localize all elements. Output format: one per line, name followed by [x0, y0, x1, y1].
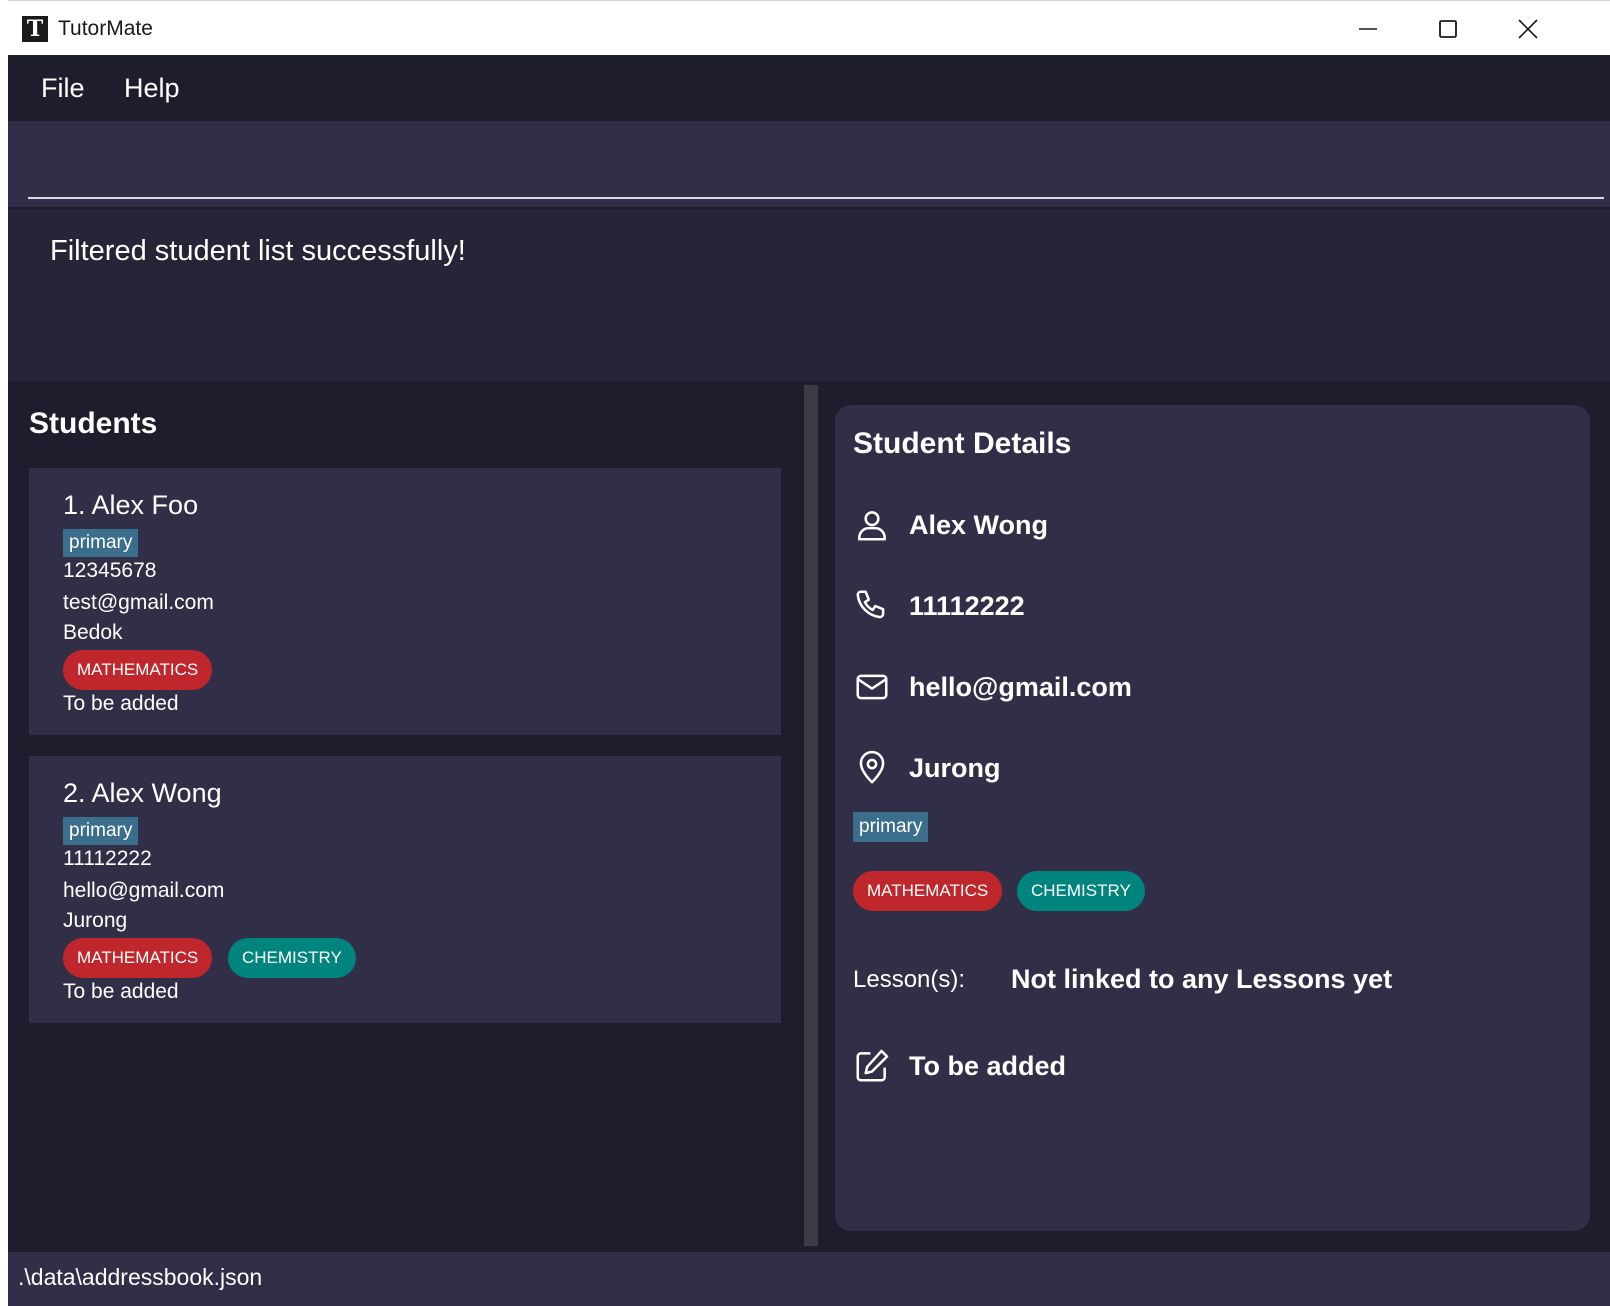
- window-title: TutorMate: [58, 17, 153, 40]
- detail-phone: 11112222: [909, 590, 1025, 621]
- minimize-button[interactable]: [1328, 1, 1408, 56]
- menu-bar: File Help: [8, 55, 1610, 121]
- student-list-panel: Students 1. Alex Foo primary 12345678 te…: [8, 383, 802, 1246]
- data-file-path: .\data\addressbook.json: [18, 1264, 263, 1290]
- menu-file[interactable]: File: [41, 71, 85, 105]
- maximize-button[interactable]: [1408, 1, 1488, 56]
- status-bar: .\data\addressbook.json: [8, 1252, 1610, 1306]
- app-window: T TutorMate File Help Filtered student l…: [8, 0, 1610, 1306]
- detail-email: hello@gmail.com: [909, 671, 1132, 702]
- student-phone: 12345678: [63, 559, 157, 582]
- title-bar: T TutorMate: [8, 0, 1610, 55]
- detail-note: To be added: [909, 1050, 1067, 1081]
- details-title: Student Details: [853, 427, 1072, 460]
- student-address: Jurong: [63, 909, 128, 932]
- mail-icon: [856, 674, 888, 700]
- detail-email-row: hello@gmail.com: [853, 667, 1132, 707]
- result-message: Filtered student list successfully!: [50, 235, 466, 267]
- detail-subject-chemistry: CHEMISTRY: [1017, 871, 1145, 911]
- detail-note-row: To be added: [853, 1046, 1066, 1086]
- edit-note-icon: [856, 1049, 889, 1082]
- person-icon: [858, 511, 886, 541]
- student-details-panel: Student Details Alex Wong 11112222 hello…: [818, 383, 1610, 1246]
- pane-splitter[interactable]: [804, 385, 818, 1246]
- student-email: hello@gmail.com: [63, 879, 225, 902]
- phone-icon: [856, 590, 885, 619]
- detail-phone-row: 11112222: [853, 586, 1025, 626]
- app-logo-icon: T: [22, 16, 48, 42]
- minimize-icon: [1359, 27, 1377, 30]
- details-card: Student Details Alex Wong 11112222 hello…: [835, 405, 1590, 1231]
- student-list-title: Students: [29, 407, 158, 440]
- student-note: To be added: [63, 692, 179, 715]
- command-input[interactable]: [28, 133, 1604, 199]
- maximize-icon: [1439, 19, 1457, 38]
- location-pin-icon: [859, 750, 885, 784]
- level-tag: primary: [63, 817, 139, 845]
- result-display: Filtered student list successfully!: [8, 209, 1610, 381]
- detail-name: Alex Wong: [909, 509, 1049, 540]
- lessons-label: Lesson(s):: [853, 966, 966, 993]
- subject-tag-mathematics: MATHEMATICS: [63, 650, 213, 690]
- student-address: Bedok: [63, 621, 123, 644]
- detail-subject-mathematics: MATHEMATICS: [853, 871, 1003, 911]
- detail-address: Jurong: [909, 752, 1001, 783]
- close-button[interactable]: [1488, 1, 1568, 56]
- detail-level-tag: primary: [853, 812, 929, 842]
- student-name: 1. Alex Foo: [63, 490, 199, 520]
- student-phone: 11112222: [63, 847, 152, 870]
- student-card[interactable]: 2. Alex Wong primary 11112222 hello@gmai…: [29, 756, 781, 1023]
- command-box: [8, 121, 1610, 207]
- subject-tag-mathematics: MATHEMATICS: [63, 938, 213, 978]
- level-tag: primary: [63, 529, 139, 557]
- close-icon: [1518, 18, 1538, 39]
- student-note: To be added: [63, 980, 179, 1003]
- detail-name-row: Alex Wong: [853, 505, 1048, 545]
- student-name: 2. Alex Wong: [63, 778, 222, 808]
- menu-help[interactable]: Help: [124, 71, 180, 105]
- lessons-value: Not linked to any Lessons yet: [1011, 964, 1393, 994]
- student-email: test@gmail.com: [63, 591, 214, 614]
- student-card[interactable]: 1. Alex Foo primary 12345678 test@gmail.…: [29, 468, 781, 735]
- detail-address-row: Jurong: [853, 748, 1001, 788]
- subject-tag-chemistry: CHEMISTRY: [228, 938, 356, 978]
